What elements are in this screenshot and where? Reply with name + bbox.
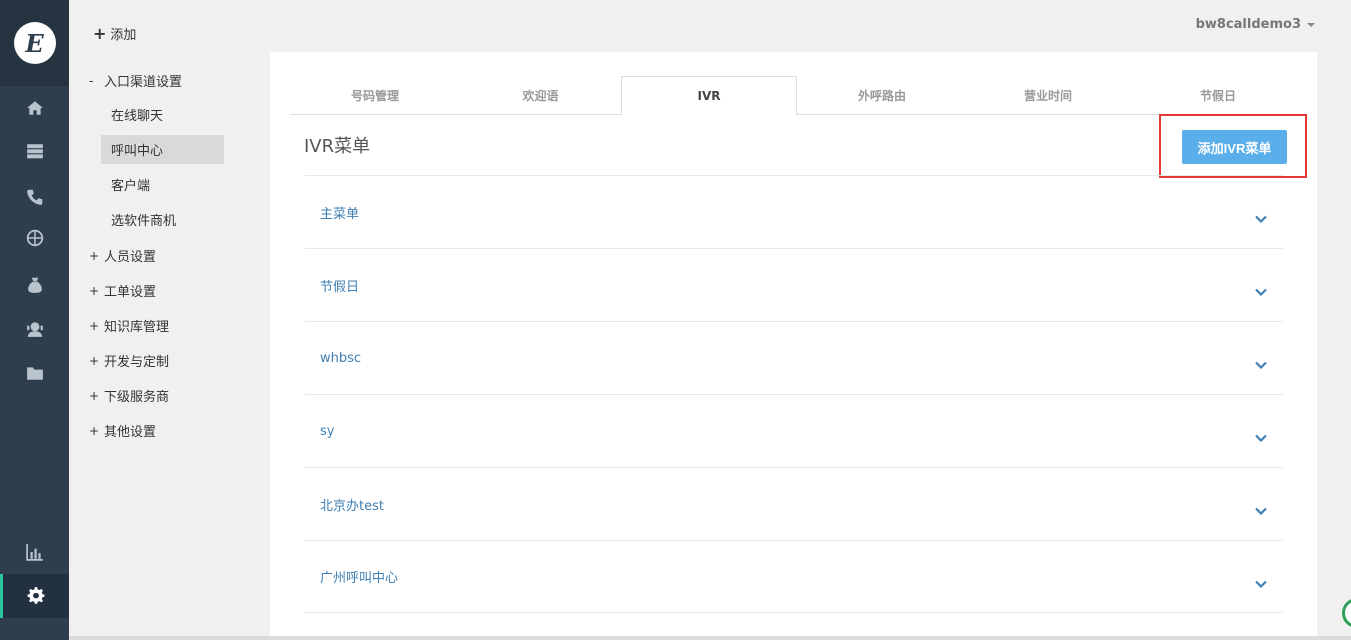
ivr-menu-list: 主菜单 节假日 whbsc sy 北京办test 广州呼叫中心 bbox=[305, 175, 1283, 613]
nav-group-knowledge-base[interactable]: + 知识库管理 bbox=[89, 316, 169, 336]
add-ivr-menu-button[interactable]: 添加IVR菜单 bbox=[1182, 130, 1287, 164]
tab-number-management[interactable]: 号码管理 bbox=[290, 76, 460, 115]
nav-sub-client[interactable]: 客户端 bbox=[101, 170, 224, 199]
expand-icon: + bbox=[89, 283, 100, 298]
moneybag-icon[interactable] bbox=[0, 263, 69, 307]
bottom-scrollbar[interactable] bbox=[69, 636, 1351, 640]
nav-group-staff-settings[interactable]: + 人员设置 bbox=[89, 246, 156, 266]
nav-sub-call-center[interactable]: 呼叫中心 bbox=[101, 135, 224, 164]
caret-down-icon bbox=[1307, 22, 1315, 27]
nav-group-sub-providers[interactable]: + 下级服务商 bbox=[89, 386, 169, 406]
home-icon[interactable] bbox=[0, 86, 69, 130]
nav-sub-softphone[interactable]: 选软件商机 bbox=[101, 205, 224, 234]
globe-icon[interactable] bbox=[0, 216, 69, 260]
tab-bar: 号码管理 欢迎语 IVR 外呼路由 营业时间 节假日 bbox=[290, 76, 1307, 116]
tab-welcome[interactable]: 欢迎语 bbox=[460, 76, 621, 115]
logo[interactable]: E bbox=[0, 0, 69, 86]
list-item[interactable]: 北京办test bbox=[305, 467, 1283, 540]
tab-ivr[interactable]: IVR bbox=[621, 76, 797, 116]
bar-chart-icon[interactable] bbox=[0, 530, 69, 574]
phone-icon[interactable] bbox=[0, 175, 69, 219]
nav-group-channel-settings[interactable]: - 入口渠道设置 bbox=[89, 71, 182, 91]
tab-outbound-routing[interactable]: 外呼路由 bbox=[797, 76, 967, 115]
user-menu[interactable]: bw8calldemo3 bbox=[1196, 17, 1315, 32]
chevron-down-icon[interactable] bbox=[1255, 427, 1267, 443]
expand-icon: + bbox=[89, 248, 100, 263]
gear-icon[interactable] bbox=[0, 574, 69, 618]
list-item[interactable]: 节假日 bbox=[305, 248, 1283, 321]
chevron-down-icon[interactable] bbox=[1255, 354, 1267, 370]
logo-icon: E bbox=[13, 22, 56, 64]
chevron-down-icon[interactable] bbox=[1255, 208, 1267, 224]
chevron-down-icon[interactable] bbox=[1255, 573, 1267, 588]
expand-icon: + bbox=[89, 318, 100, 333]
nav-sub-online-chat[interactable]: 在线聊天 bbox=[101, 100, 224, 129]
plus-icon: + bbox=[93, 24, 107, 43]
server-icon[interactable] bbox=[0, 129, 69, 173]
main-panel: 号码管理 欢迎语 IVR 外呼路由 营业时间 节假日 IVR菜单 添加IVR菜单… bbox=[270, 52, 1317, 640]
settings-sidebar: + 添加 - 入口渠道设置 在线聊天 呼叫中心 客户端 选软件商机 + 人员设置… bbox=[69, 0, 269, 640]
username: bw8calldemo3 bbox=[1195, 17, 1301, 32]
tab-holidays[interactable]: 节假日 bbox=[1129, 76, 1307, 115]
list-item[interactable]: sy bbox=[305, 394, 1283, 467]
nav-group-ticket-settings[interactable]: + 工单设置 bbox=[89, 281, 156, 301]
nav-group-other-settings[interactable]: + 其他设置 bbox=[89, 421, 156, 441]
list-item[interactable]: whbsc bbox=[305, 321, 1283, 394]
expand-icon: + bbox=[89, 353, 100, 368]
tab-business-hours[interactable]: 营业时间 bbox=[967, 76, 1129, 115]
folder-icon[interactable] bbox=[0, 351, 69, 395]
nav-group-development[interactable]: + 开发与定制 bbox=[89, 351, 169, 371]
collapse-icon: - bbox=[89, 73, 94, 88]
chevron-down-icon[interactable] bbox=[1255, 281, 1267, 297]
agent-icon[interactable] bbox=[0, 307, 69, 351]
list-item[interactable]: 广州呼叫中心 bbox=[305, 540, 1283, 613]
chevron-down-icon[interactable] bbox=[1255, 500, 1267, 516]
expand-icon: + bbox=[89, 423, 100, 438]
icon-rail: E bbox=[0, 0, 69, 640]
page-title: IVR菜单 bbox=[304, 136, 371, 157]
expand-icon: + bbox=[89, 388, 100, 403]
list-item[interactable]: 主菜单 bbox=[305, 175, 1283, 248]
floating-widget-icon[interactable] bbox=[1342, 598, 1351, 628]
add-button[interactable]: + 添加 bbox=[93, 24, 136, 43]
